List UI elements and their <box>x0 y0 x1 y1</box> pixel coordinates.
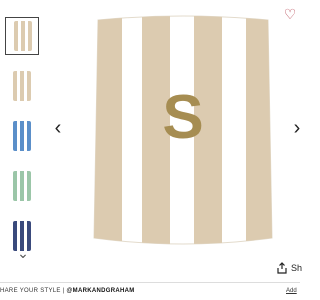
towel-illustration: S <box>93 15 273 245</box>
thumbnail-image <box>14 21 32 51</box>
thumbnail-image <box>13 71 31 101</box>
add-photo-link[interactable]: Add <box>286 287 297 295</box>
towel-stripe <box>246 16 272 244</box>
thumbnail-3[interactable] <box>5 118 39 156</box>
chevron-down-icon[interactable]: ⌄ <box>13 244 33 262</box>
share-your-style-banner: HARE YOUR STYLE | @MARKANDGRAHAM <box>0 287 135 295</box>
chevron-right-icon[interactable]: › <box>289 116 305 140</box>
product-image: S <box>90 12 276 250</box>
share-icon[interactable] <box>276 262 288 274</box>
thumbnail-2[interactable] <box>5 68 39 106</box>
share-your-style-label: HARE YOUR STYLE | <box>0 288 67 294</box>
thumbnail-rail: ⌄ <box>0 0 46 280</box>
heart-icon[interactable]: ♡ <box>282 6 298 22</box>
instagram-handle-link[interactable]: @MARKANDGRAHAM <box>67 288 135 294</box>
thumbnail-image <box>13 171 31 201</box>
thumbnail-image <box>13 121 31 151</box>
thumbnail-1[interactable] <box>5 17 39 55</box>
towel-stripe <box>94 16 122 244</box>
monogram-letter: S <box>162 83 203 152</box>
share-button[interactable]: Sh <box>291 262 302 274</box>
chevron-left-icon[interactable]: ‹ <box>50 116 66 140</box>
footer-divider <box>0 282 300 283</box>
thumbnail-4[interactable] <box>5 168 39 206</box>
